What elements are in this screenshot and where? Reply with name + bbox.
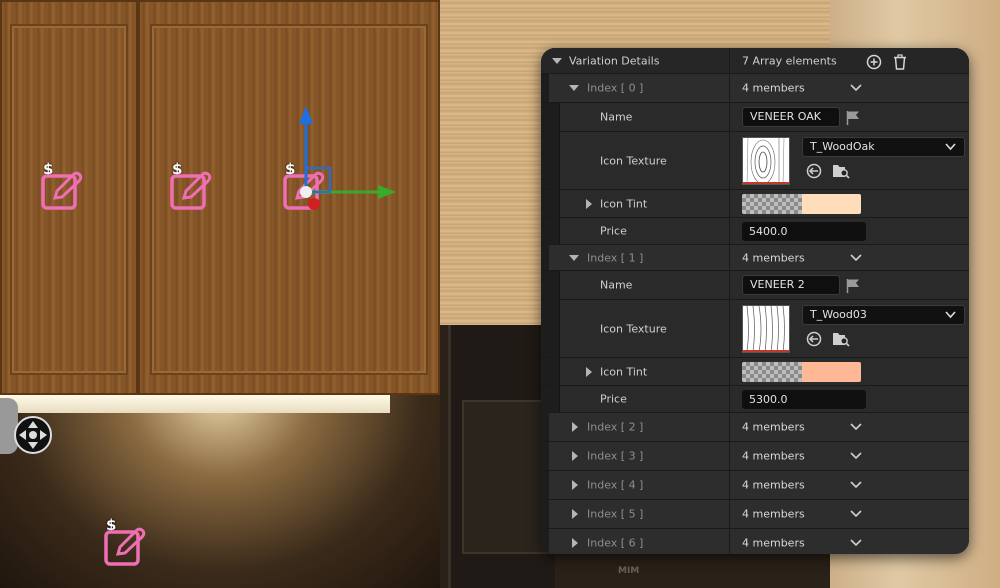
edit-icon [104, 527, 146, 566]
expand-icon[interactable] [572, 451, 578, 461]
gizmo-x-handle [308, 198, 320, 210]
color-swatch[interactable] [742, 362, 861, 382]
array-element-row[interactable]: Index [ 0 ] 4 members [541, 74, 969, 103]
gizmo-z-arrow [299, 106, 313, 124]
chevron-down-icon[interactable] [850, 452, 862, 460]
index-label: Index [ 1 ] [587, 251, 644, 264]
chevron-down-icon[interactable] [850, 539, 862, 547]
price-input[interactable]: 5300.0 [742, 390, 866, 409]
property-row-icon-tint[interactable]: Icon Tint [541, 358, 969, 386]
variation-details-header[interactable]: Variation Details 7 Array elements [541, 48, 969, 74]
index-label: Index [ 4 ] [587, 478, 644, 492]
property-label: Name [600, 110, 633, 124]
expand-icon[interactable] [572, 509, 578, 519]
price-input[interactable]: 5400.0 [742, 222, 866, 241]
expand-icon[interactable] [586, 367, 592, 377]
property-row-icon-texture: Icon Texture T_Wood03 [541, 300, 969, 358]
tint-color [802, 194, 861, 214]
property-row-icon-tint[interactable]: Icon Tint [541, 190, 969, 218]
property-row-price: Price 5400.0 [541, 218, 969, 245]
property-row-name: Name VENEER OAK [541, 103, 969, 132]
expand-icon[interactable] [572, 422, 578, 432]
index-label: Index [ 0 ] [587, 81, 644, 95]
property-row-icon-texture: Icon Texture T_WoodOak [541, 132, 969, 190]
chevron-down-icon[interactable] [850, 481, 862, 489]
texture-thumbnail[interactable] [742, 137, 790, 185]
property-row-name: Name VENEER 2 [541, 271, 969, 300]
array-element-row[interactable]: Index [ 1 ] 4 members [541, 245, 969, 271]
texture-asset-name: T_WoodOak [810, 140, 875, 153]
texture-thumbnail[interactable] [742, 305, 790, 353]
texture-asset-dropdown[interactable]: T_WoodOak [802, 137, 965, 157]
gizmo-center [300, 186, 312, 198]
name-input[interactable]: VENEER OAK [742, 107, 840, 127]
members-count: 4 members [742, 478, 805, 492]
property-label: Price [600, 224, 627, 238]
transform-gizmo[interactable] [280, 100, 400, 220]
array-count: 7 Array elements [742, 54, 837, 67]
expand-icon[interactable] [572, 538, 578, 548]
property-row-price: Price 5300.0 [541, 386, 969, 413]
details-panel: Variation Details 7 Array elements Index… [541, 48, 969, 554]
chevron-down-icon [945, 311, 956, 319]
edit-variation-widget[interactable]: $ [104, 516, 150, 568]
localization-flag-icon[interactable] [846, 278, 860, 293]
use-selected-asset-icon[interactable] [806, 331, 822, 347]
members-count: 4 members [742, 251, 805, 264]
expand-icon[interactable] [586, 199, 592, 209]
property-label: Price [600, 392, 627, 406]
members-count: 4 members [742, 536, 805, 550]
name-input[interactable]: VENEER 2 [742, 275, 840, 295]
expand-icon[interactable] [569, 85, 579, 91]
expand-icon[interactable] [572, 480, 578, 490]
array-element-row[interactable]: Index [ 3 ] 4 members [541, 442, 969, 471]
edit-variation-widget[interactable]: $ [170, 160, 216, 212]
edit-variation-widget[interactable]: $ [41, 160, 87, 212]
countertop [0, 395, 440, 588]
members-count: 4 members [742, 507, 805, 521]
collapse-icon[interactable] [552, 58, 562, 64]
property-label: Icon Tint [600, 365, 648, 378]
property-label: Name [600, 278, 633, 292]
trash-icon[interactable] [892, 54, 908, 70]
index-label: Index [ 5 ] [587, 507, 644, 521]
use-selected-asset-icon[interactable] [806, 163, 822, 179]
texture-asset-dropdown[interactable]: T_Wood03 [802, 305, 965, 325]
gizmo-y-arrow [378, 185, 396, 199]
property-label: Icon Tint [600, 197, 648, 210]
array-element-row[interactable]: Index [ 4 ] 4 members [541, 471, 969, 500]
move-handle-icon[interactable] [14, 416, 52, 454]
header-label: Variation Details [569, 54, 660, 67]
chevron-down-icon[interactable] [850, 84, 862, 92]
localization-flag-icon[interactable] [846, 110, 860, 125]
chevron-down-icon[interactable] [850, 253, 862, 262]
tint-color [802, 362, 861, 382]
under-cabinet-light [0, 395, 390, 413]
color-swatch[interactable] [742, 194, 861, 214]
index-label: Index [ 6 ] [587, 536, 644, 550]
array-element-row[interactable]: Index [ 6 ] 4 members [541, 529, 969, 554]
oven-brand-label: MIM [618, 566, 640, 576]
edit-icon [170, 171, 212, 210]
edit-icon [41, 171, 83, 210]
browse-asset-icon[interactable] [832, 163, 850, 179]
browse-asset-icon[interactable] [832, 331, 850, 347]
chevron-down-icon [945, 143, 956, 151]
property-label: Icon Texture [600, 322, 667, 335]
index-label: Index [ 2 ] [587, 420, 644, 434]
expand-icon[interactable] [569, 255, 579, 261]
members-count: 4 members [742, 449, 805, 463]
plus-circle-icon[interactable] [866, 54, 882, 70]
array-element-row[interactable]: Index [ 5 ] 4 members [541, 500, 969, 529]
members-count: 4 members [742, 81, 805, 95]
chevron-down-icon[interactable] [850, 510, 862, 518]
array-element-row[interactable]: Index [ 2 ] 4 members [541, 413, 969, 442]
property-label: Icon Texture [600, 154, 667, 167]
index-label: Index [ 3 ] [587, 449, 644, 463]
texture-asset-name: T_Wood03 [810, 308, 867, 321]
members-count: 4 members [742, 420, 805, 434]
chevron-down-icon[interactable] [850, 423, 862, 431]
